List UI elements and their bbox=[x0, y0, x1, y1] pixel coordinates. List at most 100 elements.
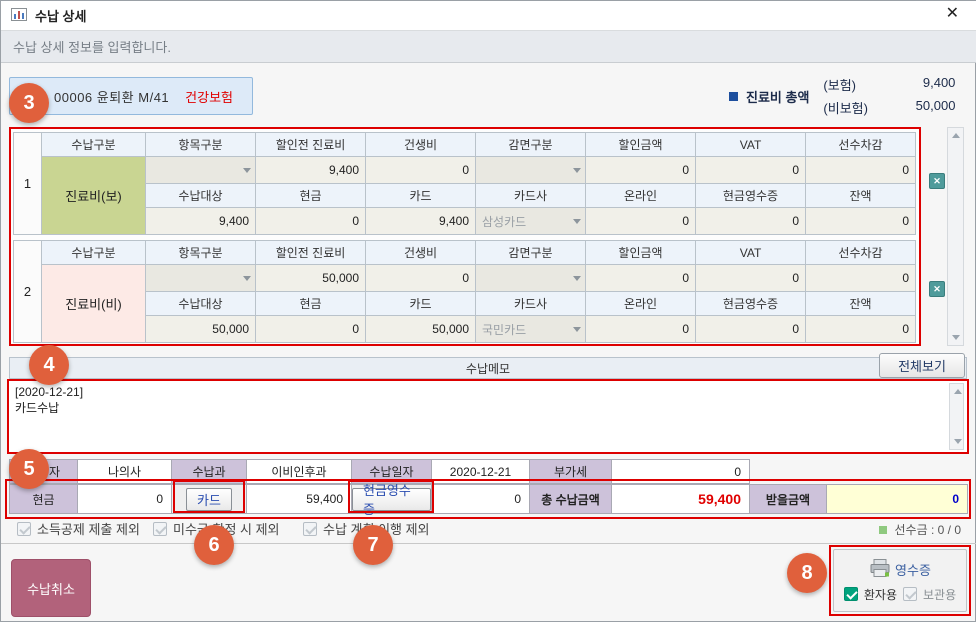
total-label: 총 수납금액 bbox=[530, 485, 612, 514]
memo-textarea[interactable]: [2020-12-21] 카드수납 bbox=[7, 379, 969, 454]
cancel-payment-button[interactable]: 수납취소 bbox=[11, 559, 91, 617]
chart-icon bbox=[11, 8, 27, 24]
memo-line: [2020-12-21] bbox=[15, 384, 961, 400]
col-header: 할인금액 bbox=[586, 241, 696, 265]
category-cell: 진료비(비) bbox=[42, 265, 146, 343]
payment-row-2: 2 수납구분 항목구분 할인전 진료비 건생비 감면구분 할인금액 VAT 선수… bbox=[13, 240, 916, 343]
uninsured-value: 50,000 bbox=[885, 98, 955, 117]
geonsaeng-cell[interactable]: 0 bbox=[366, 265, 476, 292]
cash-receipt-cell[interactable]: 0 bbox=[696, 316, 806, 343]
patient-insurance: 건강보험 bbox=[185, 87, 233, 106]
col-header: 항목구분 bbox=[146, 133, 256, 157]
geonsaeng-cell[interactable]: 0 bbox=[366, 157, 476, 184]
chevron-down-icon bbox=[573, 219, 581, 224]
card-cell[interactable]: 9,400 bbox=[366, 208, 476, 235]
memo-line: 카드수납 bbox=[15, 400, 961, 416]
cash-receipt-button[interactable]: 현금영수증 bbox=[352, 488, 431, 511]
col-header: 수납구분 bbox=[42, 133, 146, 157]
checkbox-income-deduction[interactable] bbox=[17, 522, 31, 536]
title-bar: 수납 상세 ✕ bbox=[1, 1, 976, 31]
advance-deduct-cell[interactable]: 0 bbox=[806, 265, 916, 292]
col-header: VAT bbox=[696, 133, 806, 157]
option-row: 소득공제 제출 제외 미수금 확정 시 제외 수납 계획 이행 제외 bbox=[1, 519, 976, 541]
cash-receipt-amount[interactable]: 0 bbox=[432, 485, 530, 514]
step-badge-6: 6 bbox=[194, 525, 234, 565]
cash-cell[interactable]: 0 bbox=[256, 208, 366, 235]
reduction-dropdown[interactable] bbox=[476, 265, 586, 292]
target-cell[interactable]: 9,400 bbox=[146, 208, 256, 235]
table-scrollbar[interactable] bbox=[947, 127, 964, 346]
receivable-input[interactable]: 0 bbox=[827, 485, 968, 514]
chevron-down-icon bbox=[573, 168, 581, 173]
delete-row-button[interactable]: ✕ bbox=[929, 173, 945, 189]
view-all-button[interactable]: 전체보기 bbox=[879, 353, 965, 378]
vat-value[interactable]: 0 bbox=[612, 460, 750, 484]
item-type-dropdown[interactable] bbox=[146, 265, 256, 292]
col-header: 선수차감 bbox=[806, 241, 916, 265]
card-cell[interactable]: 50,000 bbox=[366, 316, 476, 343]
pre-discount-cell[interactable]: 50,000 bbox=[256, 265, 366, 292]
scroll-up-icon[interactable] bbox=[952, 133, 960, 138]
online-cell[interactable]: 0 bbox=[586, 316, 696, 343]
vat-cell[interactable]: 0 bbox=[696, 265, 806, 292]
receivable-label: 받을금액 bbox=[750, 485, 827, 514]
cash-value[interactable]: 0 bbox=[78, 485, 172, 514]
summary-amount-row: 현금 0 카드 59,400 현금영수증 0 총 수납금액 59,400 받을금… bbox=[9, 484, 968, 514]
card-button[interactable]: 카드 bbox=[186, 488, 232, 511]
checkbox-archive-copy[interactable] bbox=[903, 587, 917, 601]
pre-discount-cell[interactable]: 9,400 bbox=[256, 157, 366, 184]
reduction-dropdown[interactable] bbox=[476, 157, 586, 184]
dept-value: 이비인후과 bbox=[247, 460, 352, 484]
insured-value: 9,400 bbox=[885, 75, 955, 94]
col-header: VAT bbox=[696, 241, 806, 265]
sub-header: 카드 bbox=[366, 292, 476, 316]
chevron-down-icon bbox=[243, 168, 251, 173]
item-type-dropdown[interactable] bbox=[146, 157, 256, 184]
scroll-down-icon[interactable] bbox=[952, 335, 960, 340]
discount-cell[interactable]: 0 bbox=[586, 265, 696, 292]
scroll-down-icon[interactable] bbox=[954, 439, 962, 444]
chevron-down-icon bbox=[573, 276, 581, 281]
balance-cell[interactable]: 0 bbox=[806, 208, 916, 235]
card-company-dropdown[interactable]: 국민카드 bbox=[476, 316, 586, 343]
checkbox-payment-plan[interactable] bbox=[303, 522, 317, 536]
col-header: 감면구분 bbox=[476, 133, 586, 157]
sub-header: 현금영수증 bbox=[696, 184, 806, 208]
col-header: 항목구분 bbox=[146, 241, 256, 265]
chevron-down-icon bbox=[243, 276, 251, 281]
dept-label: 수납과 bbox=[172, 460, 247, 484]
memo-header: 수납메모 bbox=[9, 357, 967, 379]
online-cell[interactable]: 0 bbox=[586, 208, 696, 235]
advance-deduct-cell[interactable]: 0 bbox=[806, 157, 916, 184]
memo-scrollbar[interactable] bbox=[949, 383, 964, 450]
receipt-label: 영수증 bbox=[895, 560, 931, 579]
card-company-dropdown[interactable]: 삼성카드 bbox=[476, 208, 586, 235]
cash-cell[interactable]: 0 bbox=[256, 316, 366, 343]
sub-header: 카드사 bbox=[476, 184, 586, 208]
delete-row-button[interactable]: ✕ bbox=[929, 281, 945, 297]
card-amount[interactable]: 59,400 bbox=[247, 485, 352, 514]
step-badge-7: 7 bbox=[353, 525, 393, 565]
balance-cell[interactable]: 0 bbox=[806, 316, 916, 343]
checkbox-receivable-confirm[interactable] bbox=[153, 522, 167, 536]
green-square-icon bbox=[879, 526, 887, 534]
col-header: 건생비 bbox=[366, 241, 476, 265]
target-cell[interactable]: 50,000 bbox=[146, 316, 256, 343]
cash-receipt-cell[interactable]: 0 bbox=[696, 208, 806, 235]
sub-header: 현금영수증 bbox=[696, 292, 806, 316]
cash-receipt-button-cell: 현금영수증 bbox=[352, 485, 432, 514]
option-label: 소득공제 제출 제외 bbox=[37, 519, 140, 538]
row-index: 2 bbox=[14, 241, 42, 343]
vat-cell[interactable]: 0 bbox=[696, 157, 806, 184]
close-icon[interactable]: ✕ bbox=[946, 6, 959, 22]
col-header: 수납구분 bbox=[42, 241, 146, 265]
discount-cell[interactable]: 0 bbox=[586, 157, 696, 184]
scroll-up-icon[interactable] bbox=[954, 389, 962, 394]
col-header: 건생비 bbox=[366, 133, 476, 157]
treatment-total: 진료비 총액 (보험) 9,400 (비보험) 50,000 bbox=[729, 75, 969, 117]
uninsured-label: (비보험) bbox=[823, 98, 885, 117]
patient-copy-label: 환자용 bbox=[864, 586, 897, 603]
checkbox-patient-copy[interactable] bbox=[844, 587, 858, 601]
date-value[interactable]: 2020-12-21 bbox=[432, 460, 530, 484]
receipt-panel[interactable]: 영수증 환자용 보관용 bbox=[833, 549, 967, 612]
